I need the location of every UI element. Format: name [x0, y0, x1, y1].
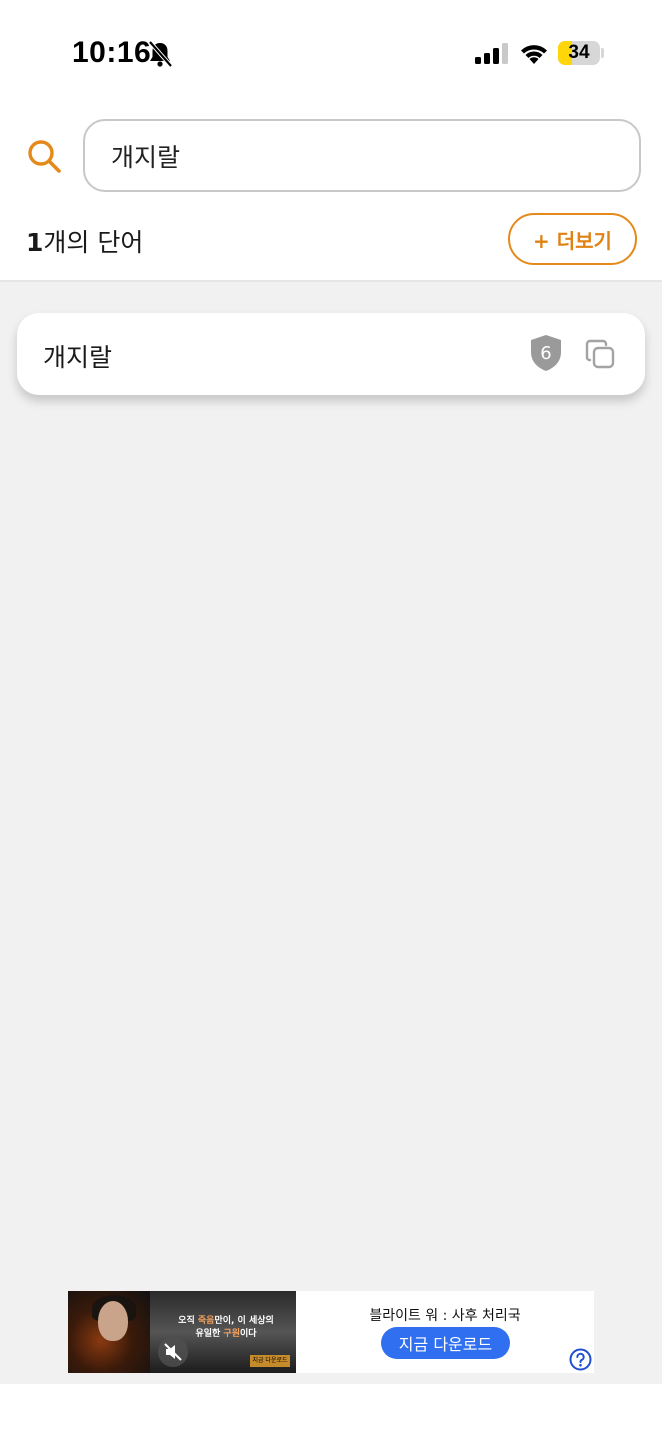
- ad-headline-part: 이다: [239, 1329, 257, 1339]
- help-icon[interactable]: [569, 1348, 592, 1371]
- mute-button[interactable]: [158, 1337, 188, 1367]
- ad-headline-accent: 죽음: [197, 1316, 215, 1326]
- ad-headline-part: 오직: [178, 1316, 198, 1326]
- search-input[interactable]: [83, 119, 641, 192]
- ad-promo-image: 오직 죽음만이, 이 세상의 유일한 구원이다 지금 다운로드: [150, 1291, 296, 1373]
- bottom-bar: [0, 1384, 662, 1440]
- bell-slash-icon: [148, 40, 173, 68]
- ad-mini-badge: 지금 다운로드: [250, 1355, 290, 1367]
- results-list: 개지랄 6 오직 죽음만이, 이 세상의 유일한 구원이다 지금 다운로드 블라…: [0, 282, 662, 1384]
- more-button[interactable]: + 더보기: [508, 213, 637, 265]
- search-icon[interactable]: [26, 138, 62, 174]
- ad-headline-part: 만이, 이 세상의: [214, 1316, 274, 1326]
- copy-icon[interactable]: [584, 338, 616, 370]
- battery-tip: [601, 48, 604, 58]
- mute-icon: [164, 1343, 182, 1361]
- ad-character-image: [68, 1291, 150, 1373]
- status-time: 10:16: [72, 36, 152, 69]
- list-item[interactable]: 개지랄 6: [17, 313, 645, 395]
- wifi-icon: [521, 45, 547, 64]
- battery-indicator: 34: [558, 41, 600, 65]
- battery-percent: 34: [568, 42, 590, 63]
- ad-headline-accent: 구원: [223, 1329, 240, 1339]
- ad-download-button[interactable]: 지금 다운로드: [381, 1327, 510, 1359]
- result-word: 개지랄: [43, 343, 113, 372]
- ad-title: 블라이트 워 : 사후 처리국: [369, 1308, 521, 1324]
- shield-icon: 6: [531, 335, 561, 371]
- status-bar: 10:16 34: [0, 0, 662, 100]
- word-count-suffix: 개의 단어: [43, 228, 144, 257]
- signal-icon: [475, 43, 508, 64]
- ad-character-face: [98, 1301, 128, 1341]
- word-count-number: 1: [26, 228, 44, 257]
- ad-banner[interactable]: 오직 죽음만이, 이 세상의 유일한 구원이다 지금 다운로드 블라이트 워 :…: [68, 1291, 594, 1373]
- level-badge-text: 6: [540, 343, 551, 364]
- word-count: 1개의 단어: [26, 223, 143, 259]
- search-area: 1개의 단어 + 더보기: [0, 100, 662, 282]
- ad-headline-part: 유일한: [195, 1329, 224, 1339]
